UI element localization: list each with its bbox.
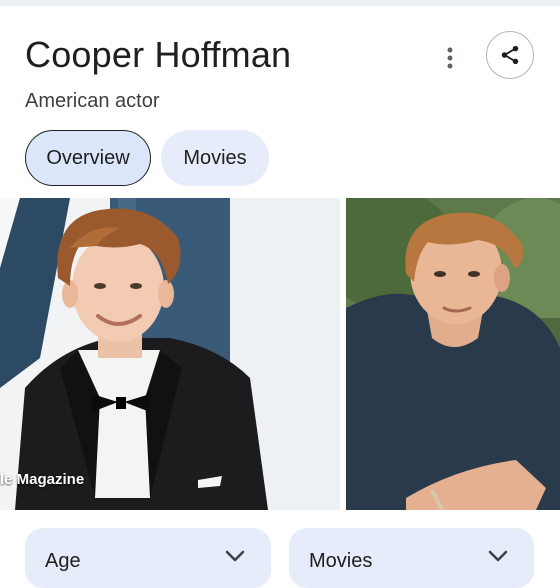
tab-overview-label: Overview [46, 146, 130, 169]
portrait-photo-outdoor [346, 198, 560, 510]
entity-subtitle: American actor [25, 90, 160, 112]
portrait-photo-event [0, 198, 340, 510]
image-result-1[interactable]: le Magazine [0, 198, 340, 510]
page-title: Cooper Hoffman [25, 34, 292, 75]
share-icon [501, 45, 519, 65]
fact-card-age[interactable]: Age [25, 528, 271, 588]
chevron-down-icon [225, 550, 245, 562]
more-options-button[interactable] [434, 42, 466, 74]
image-source-caption: le Magazine [0, 471, 85, 488]
fact-card-movies-label: Movies [309, 550, 373, 572]
tab-overview[interactable]: Overview [25, 130, 151, 186]
fact-card-movies[interactable]: Movies [289, 528, 534, 588]
image-result-2[interactable] [346, 198, 560, 510]
top-divider [0, 0, 560, 6]
fact-card-age-label: Age [45, 550, 81, 572]
tab-movies-label: Movies [183, 146, 247, 169]
tab-movies[interactable]: Movies [161, 130, 269, 186]
chevron-down-icon [488, 550, 508, 562]
more-vert-icon [447, 47, 453, 69]
share-button[interactable] [486, 31, 534, 79]
